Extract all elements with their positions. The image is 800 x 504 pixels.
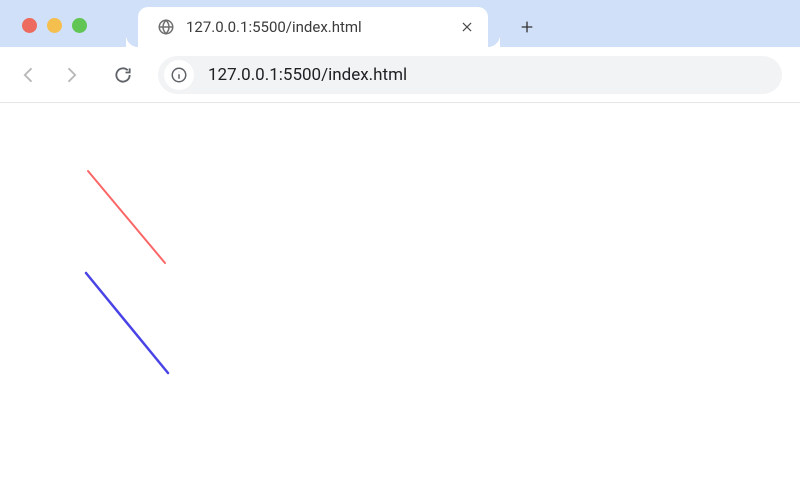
back-button[interactable] — [10, 56, 48, 94]
page-content — [0, 103, 800, 504]
toolbar: 127.0.0.1:5500/index.html — [0, 47, 800, 103]
site-info-button[interactable] — [164, 60, 194, 90]
tab-title: 127.0.0.1:5500/index.html — [186, 18, 458, 36]
reload-button[interactable] — [104, 56, 142, 94]
forward-button[interactable] — [52, 56, 90, 94]
window-minimize-button[interactable] — [47, 18, 62, 33]
globe-icon — [156, 17, 176, 37]
window-controls — [22, 18, 87, 33]
content-canvas — [0, 103, 800, 504]
window-zoom-button[interactable] — [72, 18, 87, 33]
url-text: 127.0.0.1:5500/index.html — [208, 65, 778, 85]
tab-close-button[interactable] — [458, 18, 476, 36]
browser-tab[interactable]: 127.0.0.1:5500/index.html — [138, 7, 488, 47]
red-line — [88, 171, 165, 263]
address-bar[interactable]: 127.0.0.1:5500/index.html — [158, 56, 782, 94]
new-tab-button[interactable] — [512, 12, 542, 42]
window-close-button[interactable] — [22, 18, 37, 33]
blue-line — [86, 273, 168, 373]
tab-strip: 127.0.0.1:5500/index.html — [0, 0, 800, 47]
